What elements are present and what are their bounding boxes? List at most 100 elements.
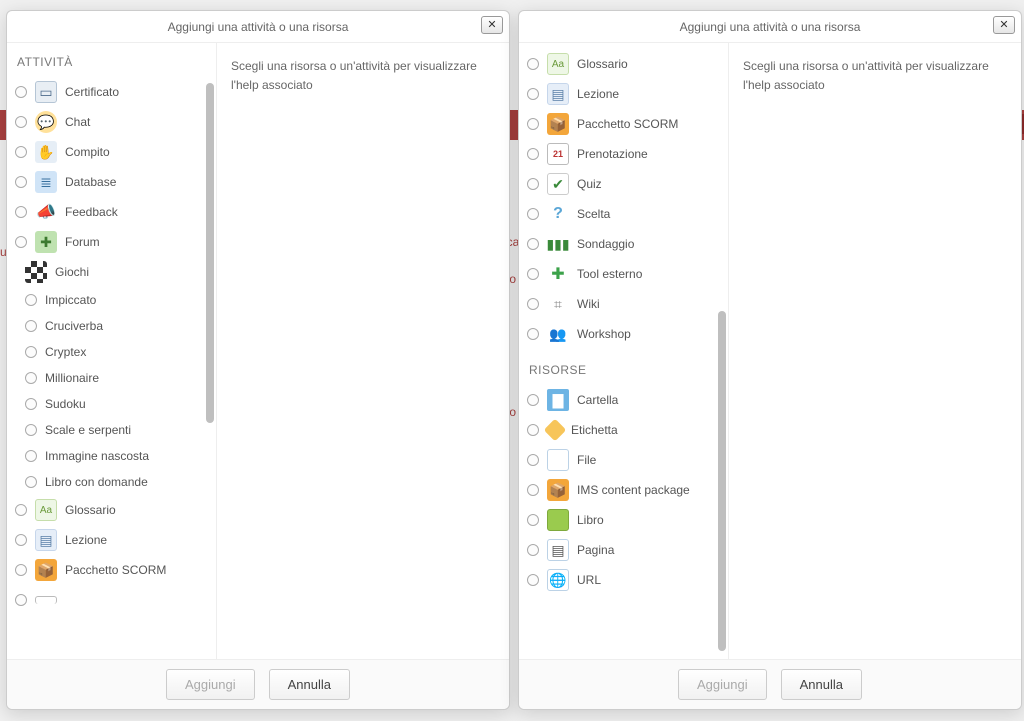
radio-icon[interactable] (527, 178, 539, 190)
activity-option-etichetta[interactable]: Etichetta (525, 415, 728, 445)
radio-icon[interactable] (25, 476, 37, 488)
activity-label: Forum (65, 235, 100, 249)
radio-icon[interactable] (15, 236, 27, 248)
radio-icon[interactable] (527, 58, 539, 70)
activity-option-chat[interactable]: 💬Chat (13, 107, 216, 137)
cancel-button[interactable]: Annulla (269, 669, 350, 700)
close-button[interactable]: ✕ (481, 16, 503, 34)
radio-icon[interactable] (527, 484, 539, 496)
activity-option-database[interactable]: ≣Database (13, 167, 216, 197)
activity-option-sudoku[interactable]: Sudoku (13, 391, 216, 417)
activity-option-scorm[interactable]: 📦Pacchetto SCORM (13, 555, 216, 585)
activity-option-wiki[interactable]: ⌗Wiki (525, 289, 728, 319)
add-button[interactable]: Aggiungi (166, 669, 255, 700)
radio-icon[interactable] (527, 454, 539, 466)
scrollbar-thumb[interactable] (718, 311, 726, 651)
radio-icon[interactable] (527, 394, 539, 406)
radio-icon[interactable] (527, 514, 539, 526)
activity-option-glossario[interactable]: AaGlossario (525, 49, 728, 79)
radio-icon[interactable] (15, 594, 27, 606)
file-icon (547, 449, 569, 471)
activity-label: Lezione (577, 87, 619, 101)
wiki-icon: ⌗ (547, 293, 569, 315)
radio-icon[interactable] (15, 146, 27, 158)
games-icon (25, 261, 47, 283)
activity-option-certificato[interactable]: ▭Certificato (13, 77, 216, 107)
ims-icon: 📦 (547, 479, 569, 501)
radio-icon[interactable] (527, 328, 539, 340)
activity-option-feedback[interactable]: 📣Feedback (13, 197, 216, 227)
radio-icon[interactable] (527, 268, 539, 280)
activity-option-ims[interactable]: 📦 IMS content package (525, 475, 728, 505)
activity-option-quiz[interactable]: ✔ Quiz (525, 169, 728, 199)
activity-option-scorm[interactable]: 📦Pacchetto SCORM (525, 109, 728, 139)
activity-label: Compito (65, 145, 110, 159)
close-icon: ✕ (999, 19, 1008, 31)
activity-label: Scale e serpenti (45, 423, 131, 437)
dialog-title: Aggiungi una attività o una risorsa ✕ (519, 11, 1021, 43)
activity-label: Cruciverba (45, 319, 103, 333)
activity-option-libro-dom[interactable]: Libro con domande (13, 469, 216, 495)
activity-option-millionaire[interactable]: Millionaire (13, 365, 216, 391)
radio-icon[interactable] (15, 534, 27, 546)
activity-option-immagine[interactable]: Immagine nascosta (13, 443, 216, 469)
activity-option-prenotazione[interactable]: 21Prenotazione (525, 139, 728, 169)
radio-icon[interactable] (527, 298, 539, 310)
radio-icon[interactable] (25, 346, 37, 358)
radio-icon[interactable] (15, 206, 27, 218)
radio-icon[interactable] (25, 450, 37, 462)
radio-icon[interactable] (527, 574, 539, 586)
help-text-line2: l'help associato (231, 76, 495, 95)
activity-label: Quiz (577, 177, 602, 191)
cancel-button[interactable]: Annulla (781, 669, 862, 700)
radio-icon[interactable] (15, 116, 27, 128)
cartella-icon: ▇ (547, 389, 569, 411)
activity-option-tool[interactable]: ✚Tool esterno (525, 259, 728, 289)
dialog-footer: Aggiungi Annulla (7, 659, 509, 709)
activity-option-cartella[interactable]: ▇Cartella (525, 385, 728, 415)
radio-icon[interactable] (25, 398, 37, 410)
activity-option-url[interactable]: 🌐URL (525, 565, 728, 595)
radio-icon[interactable] (15, 176, 27, 188)
activity-option-glossario[interactable]: AaGlossario (13, 495, 216, 525)
radio-icon[interactable] (527, 88, 539, 100)
activity-option-scelta[interactable]: ?Scelta (525, 199, 728, 229)
activity-label: Cryptex (45, 345, 86, 359)
radio-icon[interactable] (15, 86, 27, 98)
activity-option-forum[interactable]: ✚Forum (13, 227, 216, 257)
activity-option-sondaggio[interactable]: ▮▮▮Sondaggio (525, 229, 728, 259)
radio-icon[interactable] (15, 564, 27, 576)
quiz-icon: ✔ (547, 173, 569, 195)
radio-icon[interactable] (527, 544, 539, 556)
activity-option-lezione[interactable]: ▤Lezione (525, 79, 728, 109)
activity-label: Pacchetto SCORM (65, 563, 166, 577)
activity-option-libro[interactable]: Libro (525, 505, 728, 535)
radio-icon[interactable] (527, 208, 539, 220)
radio-icon[interactable] (527, 118, 539, 130)
radio-icon[interactable] (15, 504, 27, 516)
activity-option-file[interactable]: File (525, 445, 728, 475)
radio-icon[interactable] (25, 320, 37, 332)
activity-option-scale[interactable]: Scale e serpenti (13, 417, 216, 443)
activity-option-workshop[interactable]: 👥Workshop (525, 319, 728, 349)
activity-option-cruciverba[interactable]: Cruciverba (13, 313, 216, 339)
radio-icon[interactable] (527, 148, 539, 160)
activity-label: IMS content package (577, 483, 690, 497)
activity-option-compito[interactable]: ✋Compito (13, 137, 216, 167)
activity-option-cryptex[interactable]: Cryptex (13, 339, 216, 365)
scrollbar-thumb[interactable] (206, 83, 214, 423)
radio-icon[interactable] (527, 424, 539, 436)
radio-icon[interactable] (527, 238, 539, 250)
prenotazione-icon: 21 (547, 143, 569, 165)
activity-option-lezione[interactable]: ▤Lezione (13, 525, 216, 555)
radio-icon[interactable] (25, 294, 37, 306)
feedback-icon: 📣 (35, 201, 57, 223)
url-icon: 🌐 (547, 569, 569, 591)
radio-icon[interactable] (25, 424, 37, 436)
add-button[interactable]: Aggiungi (678, 669, 767, 700)
activity-option-impiccato[interactable]: Impiccato (13, 287, 216, 313)
radio-icon[interactable] (25, 372, 37, 384)
activity-option-pagina[interactable]: ▤Pagina (525, 535, 728, 565)
close-button[interactable]: ✕ (993, 16, 1015, 34)
activity-option-partial[interactable] (13, 585, 216, 615)
